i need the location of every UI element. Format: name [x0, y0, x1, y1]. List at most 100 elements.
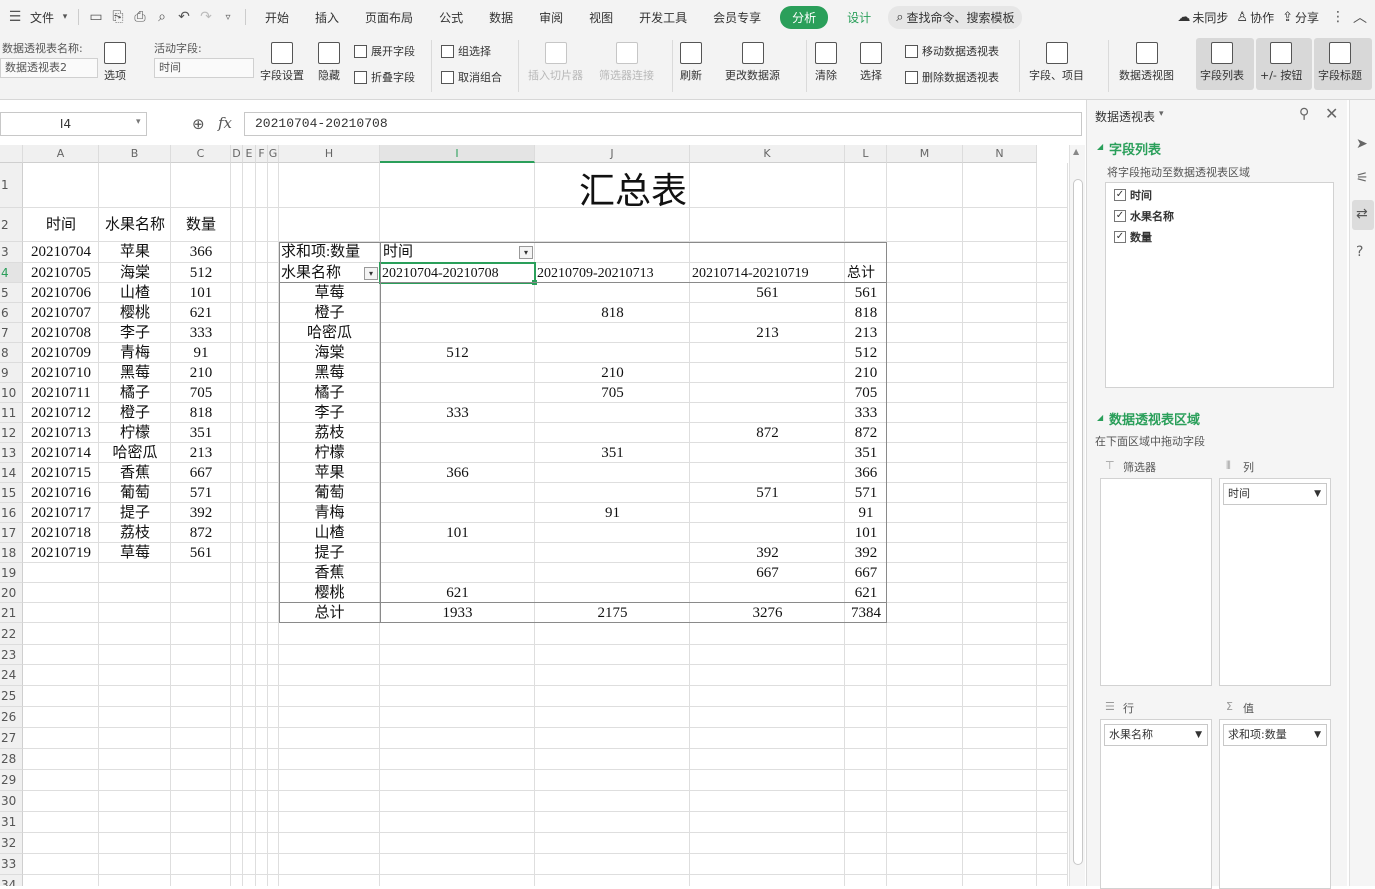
source-cell[interactable]: 草莓: [99, 544, 171, 563]
source-cell[interactable]: 20210707: [23, 304, 99, 323]
source-cell[interactable]: 20210708: [23, 324, 99, 343]
source-cell[interactable]: 香蕉: [99, 464, 171, 483]
pivot-row-label[interactable]: 山楂: [279, 524, 380, 543]
fx-icon[interactable]: fx: [218, 114, 232, 132]
pivot-value-cell[interactable]: 667: [845, 564, 887, 583]
pivot-row-label[interactable]: 哈密瓜: [279, 324, 380, 343]
source-cell[interactable]: 20210704: [23, 243, 99, 262]
row-header-30[interactable]: 30: [0, 791, 23, 812]
source-header[interactable]: 时间: [23, 216, 99, 235]
pivot-value-cell[interactable]: 872: [690, 424, 845, 443]
source-cell[interactable]: 561: [171, 544, 231, 563]
hamburger-icon[interactable]: ☰: [4, 6, 26, 28]
row-header-33[interactable]: 33: [0, 854, 23, 875]
sheet-title[interactable]: 汇总表: [279, 171, 987, 211]
column-header-H[interactable]: H: [279, 145, 380, 163]
pivot-grand-total-cell[interactable]: 2175: [535, 604, 690, 623]
column-header-G[interactable]: G: [268, 145, 279, 163]
expand-field-button[interactable]: 展开字段: [354, 43, 415, 59]
source-cell[interactable]: 20210709: [23, 344, 99, 363]
scroll-up-icon[interactable]: ▲: [1073, 147, 1079, 156]
field-item[interactable]: ✓ 数量: [1114, 229, 1152, 245]
source-cell[interactable]: 20210705: [23, 264, 99, 283]
insert-slicer-button[interactable]: 插入切片器: [528, 42, 583, 83]
pivot-value-cell[interactable]: 213: [690, 324, 845, 343]
source-header[interactable]: 水果名称: [99, 216, 171, 235]
pivot-row-label[interactable]: 樱桃: [279, 584, 380, 603]
source-header[interactable]: 数量: [171, 216, 231, 235]
source-cell[interactable]: 20210706: [23, 284, 99, 303]
field-item[interactable]: ✓ 时间: [1114, 187, 1152, 203]
row-filter-dropdown[interactable]: ▾: [364, 267, 378, 280]
clear-button[interactable]: 清除: [815, 42, 837, 83]
source-cell[interactable]: 黑莓: [99, 364, 171, 383]
pivot-value-cell[interactable]: 210: [845, 364, 887, 383]
move-pivot-button[interactable]: 移动数据透视表: [905, 43, 999, 59]
row-header-25[interactable]: 25: [0, 686, 23, 707]
row-header-17[interactable]: 17: [0, 523, 23, 543]
source-cell[interactable]: 李子: [99, 324, 171, 343]
column-header-J[interactable]: J: [535, 145, 690, 163]
pivot-value-cell[interactable]: 561: [690, 284, 845, 303]
source-cell[interactable]: 20210719: [23, 544, 99, 563]
row-header-2[interactable]: 2: [0, 208, 23, 242]
pivot-value-cell[interactable]: 818: [535, 304, 690, 323]
field-list-button[interactable]: 字段列表: [1200, 42, 1244, 83]
source-cell[interactable]: 樱桃: [99, 304, 171, 323]
row-header-21[interactable]: 21: [0, 603, 23, 623]
pivot-value-cell[interactable]: 561: [845, 284, 887, 303]
active-field-input[interactable]: 时间: [154, 58, 254, 78]
row-header-11[interactable]: 11: [0, 403, 23, 423]
column-filter-dropdown[interactable]: ▾: [519, 246, 533, 259]
collapse-ribbon-icon[interactable]: ︿: [1349, 6, 1371, 28]
pivot-column-header[interactable]: 20210709-20210713: [535, 264, 690, 283]
chevron-down-icon[interactable]: ▼: [1314, 484, 1321, 504]
vertical-scrollbar[interactable]: ▲: [1069, 145, 1085, 886]
row-header-26[interactable]: 26: [0, 707, 23, 728]
checkbox-checked-icon[interactable]: ✓: [1114, 231, 1126, 243]
collab-button[interactable]: 协作: [1248, 9, 1282, 26]
source-cell[interactable]: 872: [171, 524, 231, 543]
help-icon[interactable]: ?: [1356, 244, 1363, 260]
search-box[interactable]: ⌕ 查找命令、搜索模板: [888, 5, 1023, 29]
pivot-value-cell[interactable]: 571: [845, 484, 887, 503]
source-cell[interactable]: 91: [171, 344, 231, 363]
field-item[interactable]: ✓ 水果名称: [1114, 208, 1174, 224]
pivot-value-cell[interactable]: 571: [690, 484, 845, 503]
tab-insert[interactable]: 插入: [302, 9, 352, 26]
pivot-value-cell[interactable]: 101: [380, 524, 535, 543]
source-cell[interactable]: 海棠: [99, 264, 171, 283]
pivot-value-cell[interactable]: 512: [380, 344, 535, 363]
pivot-row-label[interactable]: 提子: [279, 544, 380, 563]
source-cell[interactable]: 621: [171, 304, 231, 323]
field-headers-button[interactable]: 字段标题: [1318, 42, 1362, 83]
source-cell[interactable]: 苹果: [99, 243, 171, 262]
pivot-chart-button[interactable]: 数据透视图: [1119, 42, 1174, 83]
export-icon[interactable]: ⎘: [107, 6, 129, 28]
source-cell[interactable]: 葡萄: [99, 484, 171, 503]
pivot-row-label[interactable]: 黑莓: [279, 364, 380, 383]
column-header-D[interactable]: D: [231, 145, 243, 163]
row-header-29[interactable]: 29: [0, 770, 23, 791]
pivot-row-label[interactable]: 草莓: [279, 284, 380, 303]
row-header-19[interactable]: 19: [0, 563, 23, 583]
sliders-icon[interactable]: ⚟: [1356, 170, 1369, 186]
pivot-value-cell[interactable]: 213: [845, 324, 887, 343]
row-header-18[interactable]: 18: [0, 543, 23, 563]
pivot-value-cell[interactable]: 210: [535, 364, 690, 383]
pivot-value-cell[interactable]: 621: [380, 584, 535, 603]
pivot-value-cell[interactable]: 705: [535, 384, 690, 403]
refresh-button[interactable]: 刷新: [680, 42, 702, 83]
scroll-thumb[interactable]: [1073, 179, 1083, 865]
panel-title[interactable]: 数据透视表: [1095, 108, 1155, 125]
tab-design[interactable]: 设计: [834, 9, 884, 26]
row-header-5[interactable]: 5: [0, 283, 23, 303]
tab-page-layout[interactable]: 页面布局: [352, 9, 426, 26]
source-cell[interactable]: 213: [171, 444, 231, 463]
more-icon[interactable]: ⋮: [1327, 6, 1349, 28]
pivot-row-label[interactable]: 橙子: [279, 304, 380, 323]
row-header-27[interactable]: 27: [0, 728, 23, 749]
pivot-grand-total-cell[interactable]: 1933: [380, 604, 535, 623]
quick-access-more-icon[interactable]: ▿: [217, 6, 239, 28]
unsync-button[interactable]: 未同步: [1190, 9, 1236, 26]
